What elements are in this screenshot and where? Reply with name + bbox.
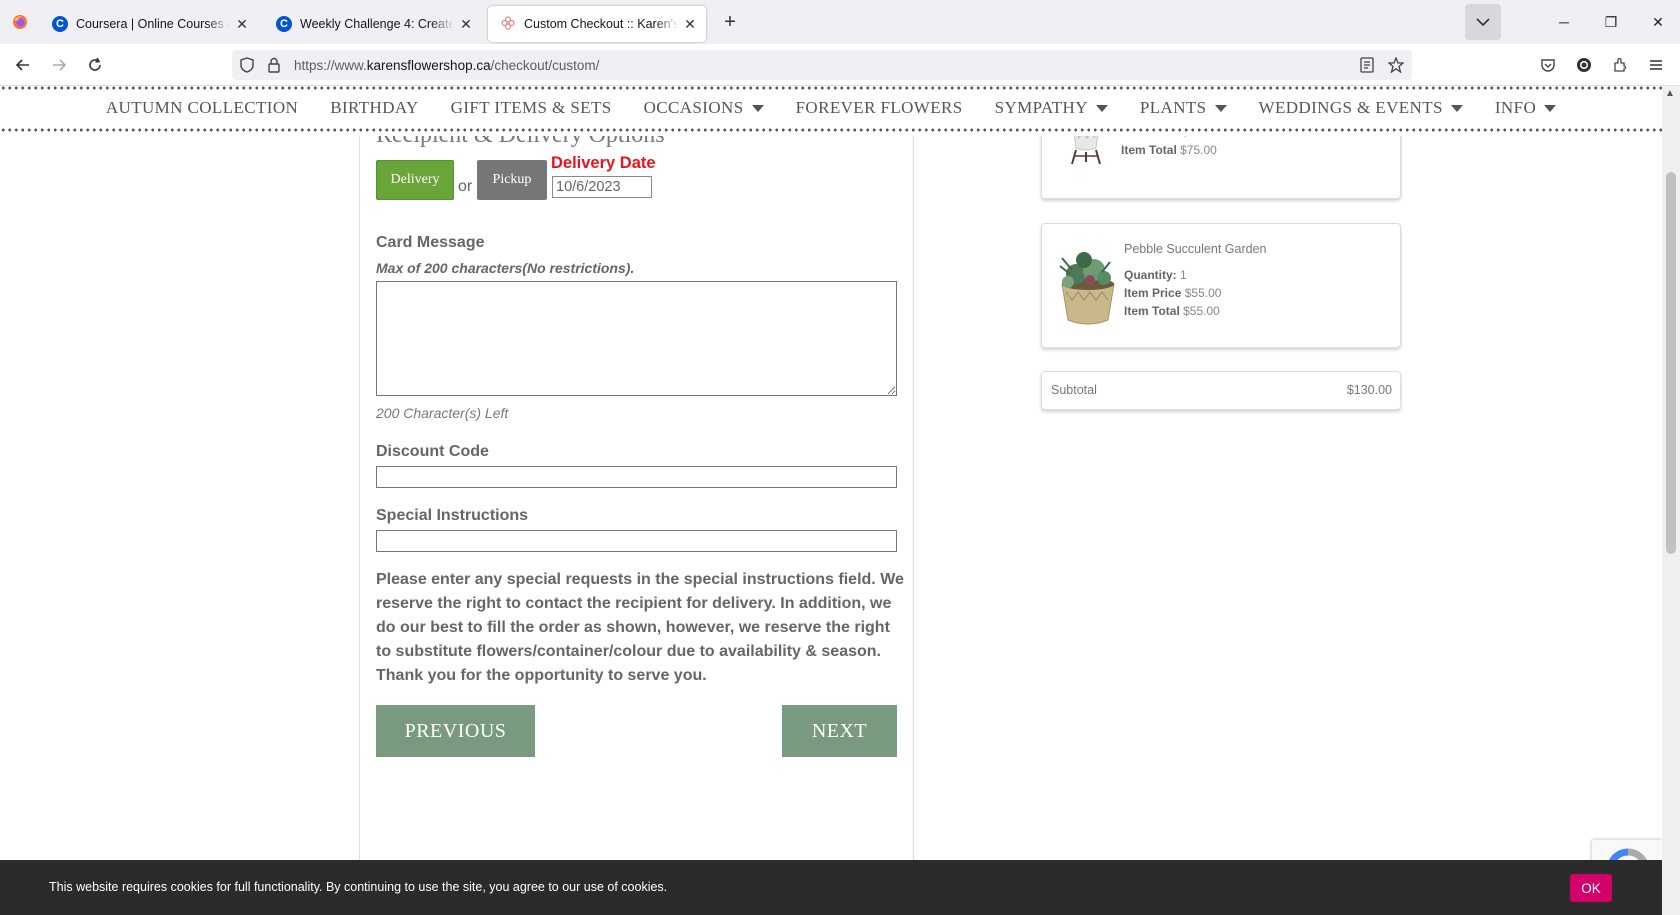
shield-icon[interactable] xyxy=(240,57,254,76)
delivery-date-label: Delivery Date xyxy=(551,154,656,172)
account-icon[interactable] xyxy=(1576,57,1592,78)
item-total: Item Total $75.00 xyxy=(1121,143,1217,157)
item-quantity: Quantity: 1 xyxy=(1124,268,1187,282)
lock-icon[interactable] xyxy=(268,57,280,76)
previous-button[interactable]: PREVIOUS xyxy=(376,705,535,757)
nav-item-sympathy[interactable]: SYMPATHY xyxy=(995,98,1108,118)
url-text: https://www.karensflowershop.ca/checkout… xyxy=(294,57,600,73)
forward-arrow-icon xyxy=(53,59,67,71)
subtotal-label: Subtotal xyxy=(1051,383,1097,397)
tab-title: Weekly Challenge 4: Create a conversion xyxy=(300,17,454,31)
special-instructions-input[interactable] xyxy=(376,530,897,552)
chars-left-counter: 200 Character(s) Left xyxy=(376,405,509,421)
browser-nav-bar: https://www.karensflowershop.ca/checkout… xyxy=(0,44,1680,86)
scrollbar-thumb[interactable] xyxy=(1666,172,1676,554)
next-button[interactable]: NEXT xyxy=(782,705,897,757)
page-viewport: Recipient & Delivery Options AUTUMN COLL… xyxy=(0,86,1680,915)
list-all-tabs-button[interactable] xyxy=(1465,4,1501,40)
cookie-ok-button[interactable]: OK xyxy=(1570,874,1612,902)
product-name[interactable]: Pebble Succulent Garden xyxy=(1124,242,1266,256)
close-icon[interactable]: ✕ xyxy=(458,16,474,33)
forward-button[interactable] xyxy=(44,51,74,79)
dotted-divider xyxy=(0,128,1662,132)
tab-coursera[interactable]: C Coursera | Online Courses & Credential… xyxy=(40,6,258,42)
item-price: Item Price $55.00 xyxy=(1124,286,1222,300)
caret-down-icon xyxy=(1214,104,1227,112)
coursera-icon: C xyxy=(52,16,68,32)
nav-item-birthday[interactable]: BIRTHDAY xyxy=(330,98,418,118)
minimize-button[interactable]: ─ xyxy=(1542,0,1586,44)
nav-item-autumn-collection[interactable]: AUTUMN COLLECTION xyxy=(106,98,298,118)
close-icon[interactable]: ✕ xyxy=(682,16,698,33)
close-window-button[interactable]: ✕ xyxy=(1636,0,1680,44)
close-icon[interactable]: ✕ xyxy=(234,16,250,33)
flower-icon xyxy=(500,15,516,34)
reload-icon xyxy=(89,57,101,71)
scroll-up-arrow-icon[interactable]: ▲ xyxy=(1665,88,1675,99)
caret-down-icon xyxy=(1450,104,1463,112)
extensions-icon[interactable] xyxy=(1612,57,1628,78)
cart-item: Pebble Succulent Garden Quantity: 1 Item… xyxy=(1041,223,1401,348)
cookie-consent-bar: This website requires cookies for full f… xyxy=(0,860,1662,915)
tab-title: Coursera | Online Courses & Credentials … xyxy=(76,17,230,31)
succulent-garden-thumbnail xyxy=(1056,246,1120,333)
nav-item-occasions[interactable]: OCCASIONS xyxy=(644,98,764,118)
reader-view-icon[interactable] xyxy=(1360,57,1374,76)
delivery-button[interactable]: Delivery xyxy=(376,160,454,200)
site-navigation: AUTUMN COLLECTION BIRTHDAY GIFT ITEMS & … xyxy=(0,86,1662,136)
delivery-date-input[interactable] xyxy=(552,176,652,198)
special-requests-notice: Please enter any special requests in the… xyxy=(376,571,904,684)
cookie-message: This website requires cookies for full f… xyxy=(49,880,668,894)
bookmark-star-icon[interactable] xyxy=(1387,56,1405,76)
hamburger-menu-icon[interactable] xyxy=(1648,57,1664,78)
subtotal-card: Subtotal $130.00 xyxy=(1041,371,1401,410)
discount-code-label: Discount Code xyxy=(376,443,489,460)
tab-weekly-challenge[interactable]: C Weekly Challenge 4: Create a conversio… xyxy=(264,6,482,42)
reload-button[interactable] xyxy=(80,51,110,79)
nav-item-plants[interactable]: PLANTS xyxy=(1140,98,1227,118)
dotted-divider xyxy=(0,86,1662,90)
card-message-hint: Max of 200 characters(No restrictions). xyxy=(376,260,635,276)
back-arrow-icon xyxy=(15,59,29,71)
item-total: Item Total $55.00 xyxy=(1124,304,1220,318)
caret-down-icon xyxy=(751,104,764,112)
nav-item-info[interactable]: INFO xyxy=(1495,98,1557,118)
nav-item-weddings-events[interactable]: WEDDINGS & EVENTS xyxy=(1259,98,1463,118)
address-bar[interactable]: https://www.karensflowershop.ca/checkout… xyxy=(232,50,1412,80)
nav-item-gift-items[interactable]: GIFT ITEMS & SETS xyxy=(451,98,612,118)
special-instructions-label: Special Instructions xyxy=(376,507,529,524)
card-message-textarea[interactable] xyxy=(376,281,897,396)
browser-tab-bar: C Coursera | Online Courses & Credential… xyxy=(0,0,1680,44)
caret-down-icon xyxy=(1095,104,1108,112)
discount-code-input[interactable] xyxy=(376,466,897,488)
site-menu: AUTUMN COLLECTION BIRTHDAY GIFT ITEMS & … xyxy=(0,98,1662,118)
new-tab-button[interactable]: + xyxy=(712,11,748,34)
pickup-button[interactable]: Pickup xyxy=(477,160,547,200)
or-text: or xyxy=(458,178,473,195)
caret-down-icon xyxy=(1544,104,1557,112)
nav-item-forever-flowers[interactable]: FOREVER FLOWERS xyxy=(796,98,963,118)
coursera-icon: C xyxy=(276,16,292,32)
restore-button[interactable]: ❐ xyxy=(1589,0,1633,44)
chevron-down-icon xyxy=(1476,18,1490,27)
subtotal-value: $130.00 xyxy=(1346,383,1392,397)
tab-custom-checkout[interactable]: Custom Checkout :: Karen's Flower Shop ✕ xyxy=(488,6,706,42)
card-message-label: Card Message xyxy=(376,234,485,251)
checkout-form-card xyxy=(359,116,914,876)
back-button[interactable] xyxy=(8,51,38,79)
pocket-icon[interactable] xyxy=(1540,57,1556,78)
tab-title: Custom Checkout :: Karen's Flower Shop xyxy=(524,17,678,31)
firefox-menu-icon[interactable] xyxy=(0,0,40,44)
